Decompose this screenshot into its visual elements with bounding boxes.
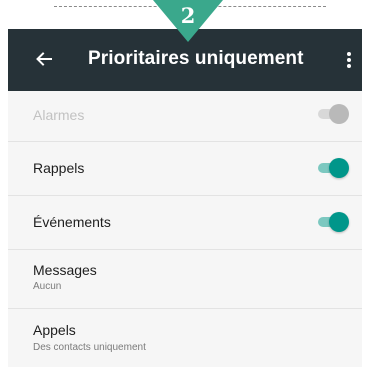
evenements-toggle[interactable]	[315, 212, 349, 232]
toggle-thumb	[329, 158, 349, 178]
setting-value: Des contacts uniquement	[33, 342, 146, 353]
setting-label: Messages	[33, 262, 97, 278]
step-marker: 2	[153, 0, 223, 42]
setting-value: Aucun	[33, 281, 62, 292]
setting-row-evenements[interactable]: Événements	[8, 196, 362, 250]
step-number: 2	[180, 3, 196, 28]
setting-label: Appels	[33, 322, 76, 338]
setting-row-appels[interactable]: Appels Des contacts uniquement	[8, 309, 362, 367]
setting-row-rappels[interactable]: Rappels	[8, 142, 362, 196]
setting-row-messages[interactable]: Messages Aucun	[8, 250, 362, 309]
setting-row-alarmes: Alarmes	[8, 91, 362, 142]
more-vert-icon[interactable]	[344, 49, 354, 71]
alarmes-toggle[interactable]	[315, 104, 349, 124]
toggle-thumb	[329, 104, 349, 124]
settings-list: Alarmes Rappels Événements Messages Aucu…	[8, 91, 362, 367]
page-title: Prioritaires uniquement	[88, 48, 304, 69]
setting-label: Événements	[33, 214, 111, 230]
rappels-toggle[interactable]	[315, 158, 349, 178]
back-arrow-icon[interactable]	[34, 49, 54, 69]
setting-label: Rappels	[33, 160, 85, 176]
setting-label: Alarmes	[33, 107, 85, 123]
toggle-thumb	[329, 212, 349, 232]
